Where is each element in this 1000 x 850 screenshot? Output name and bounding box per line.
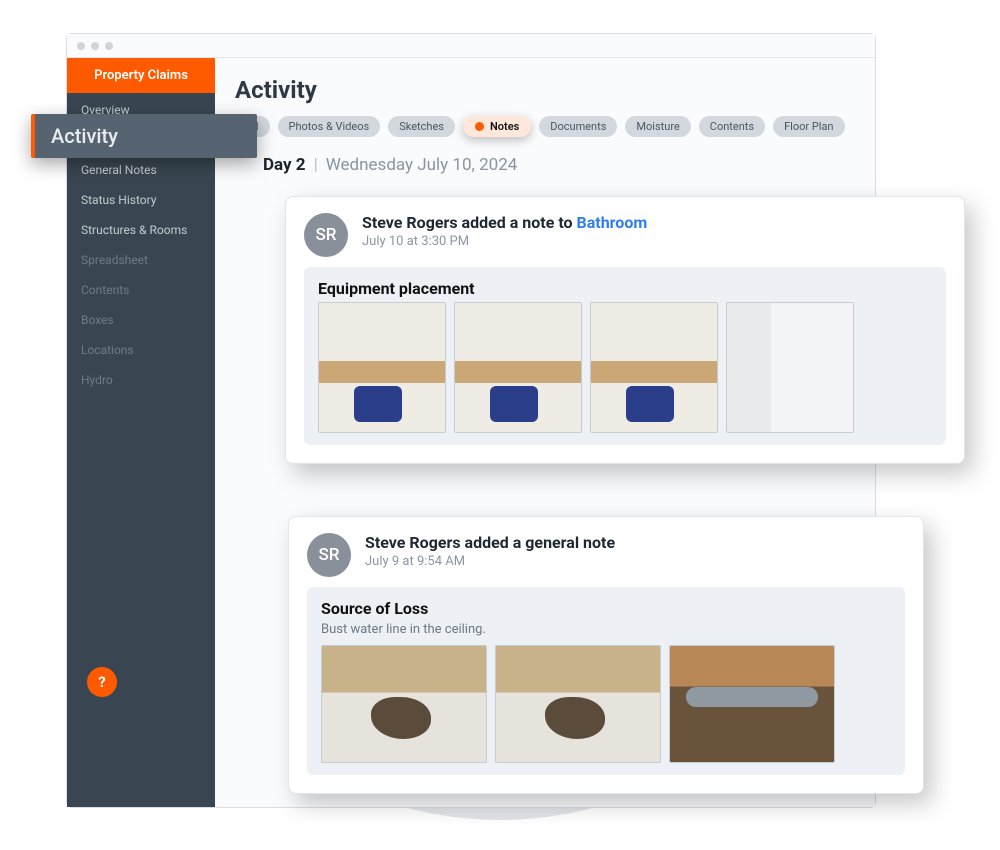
traffic-light-icon (77, 42, 85, 50)
day-header-2: Day 2 | Wednesday July 10, 2024 (263, 155, 855, 175)
sidebar-item-structures-rooms[interactable]: Structures & Rooms (67, 215, 215, 245)
photo-thumbnail[interactable] (495, 645, 661, 763)
room-link[interactable]: Bathroom (577, 213, 648, 232)
chip-notes[interactable]: Notes (463, 116, 531, 137)
entry-headline: Steve Rogers added a general note (365, 533, 615, 552)
entry-timestamp: July 9 at 9:54 AM (365, 554, 615, 569)
sidebar-item-boxes[interactable]: Boxes (67, 305, 215, 335)
photo-thumbnails (318, 302, 932, 433)
photo-thumbnails (321, 645, 891, 763)
sidebar-item-spreadsheet[interactable]: Spreadsheet (67, 245, 215, 275)
note-title: Equipment placement (318, 279, 932, 298)
note-block: Source of Loss Bust water line in the ce… (307, 587, 905, 775)
filter-chips: All Photos & Videos Sketches Notes Docum… (235, 116, 855, 137)
chip-documents[interactable]: Documents (539, 116, 617, 137)
avatar: SR (307, 533, 351, 577)
photo-thumbnail[interactable] (726, 302, 854, 433)
chip-contents[interactable]: Contents (699, 116, 765, 137)
note-title: Source of Loss (321, 599, 891, 618)
entry-headline: Steve Rogers added a note to Bathroom (362, 213, 647, 232)
activity-popout-label: Activity (31, 114, 257, 158)
activity-entry-card: SR Steve Rogers added a general note Jul… (288, 516, 924, 794)
photo-thumbnail[interactable] (454, 302, 582, 433)
traffic-light-icon (105, 42, 113, 50)
photo-thumbnail[interactable] (321, 645, 487, 763)
page-title: Activity (235, 76, 855, 104)
sidebar-item-status-history[interactable]: Status History (67, 185, 215, 215)
sidebar: Property Claims Overview Activity Genera… (67, 58, 215, 807)
entry-timestamp: July 10 at 3:30 PM (362, 234, 647, 249)
avatar: SR (304, 213, 348, 257)
help-button[interactable]: ? (87, 667, 117, 697)
note-subtitle: Bust water line in the ceiling. (321, 622, 891, 637)
photo-thumbnail[interactable] (318, 302, 446, 433)
sidebar-item-locations[interactable]: Locations (67, 335, 215, 365)
chip-sketches[interactable]: Sketches (388, 116, 455, 137)
chip-photos-videos[interactable]: Photos & Videos (278, 116, 381, 137)
sidebar-header: Property Claims (67, 58, 215, 93)
sidebar-item-contents[interactable]: Contents (67, 275, 215, 305)
chip-moisture[interactable]: Moisture (625, 116, 690, 137)
day-label: Day 2 (263, 155, 306, 175)
window-titlebar (67, 34, 875, 58)
day-date: Wednesday July 10, 2024 (326, 155, 518, 175)
sidebar-item-hydro[interactable]: Hydro (67, 365, 215, 395)
traffic-light-icon (91, 42, 99, 50)
chip-floor-plan[interactable]: Floor Plan (773, 116, 844, 137)
note-block: Equipment placement (304, 267, 946, 445)
photo-thumbnail[interactable] (590, 302, 718, 433)
sidebar-item-general-notes[interactable]: General Notes (67, 155, 215, 185)
activity-entry-card: SR Steve Rogers added a note to Bathroom… (285, 196, 965, 464)
photo-thumbnail[interactable] (669, 645, 835, 763)
